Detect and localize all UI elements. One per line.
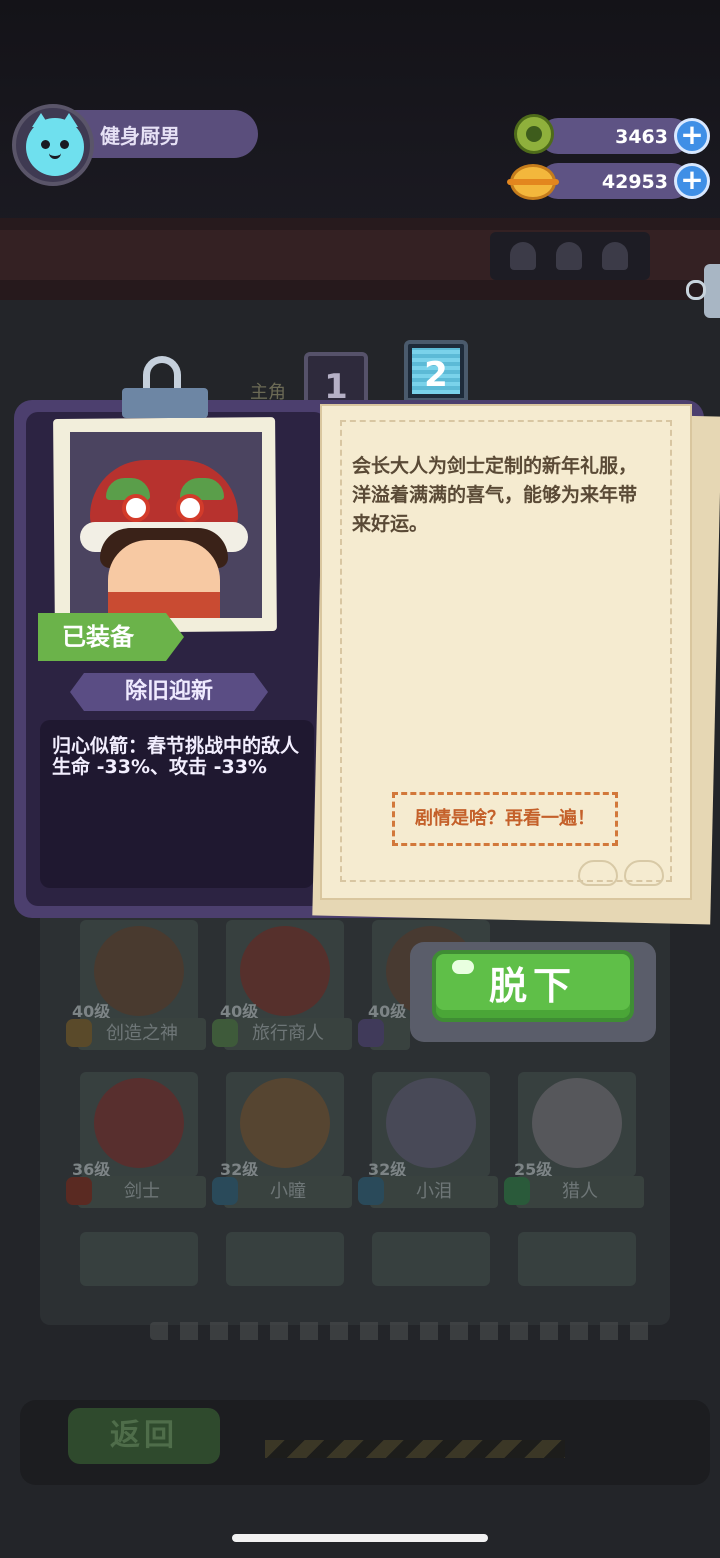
tab-2[interactable]: 2 bbox=[404, 340, 468, 402]
ghost-display bbox=[490, 232, 650, 280]
character-card[interactable] bbox=[518, 1232, 636, 1286]
home-indicator[interactable] bbox=[232, 1534, 488, 1542]
character-name: 小泪 bbox=[358, 1176, 498, 1208]
share-icon[interactable] bbox=[686, 280, 706, 300]
add-coins-button[interactable]: + bbox=[674, 163, 710, 199]
character-name: 剑士 bbox=[66, 1176, 206, 1208]
cat-avatar-icon[interactable] bbox=[26, 113, 84, 176]
lion-eye bbox=[176, 494, 204, 522]
costume-name: 除旧迎新 bbox=[70, 673, 268, 711]
player-name: 健身厨男 bbox=[100, 124, 180, 148]
skill-text: 归心似箭：春节挑战中的敌人生命 -33%、攻击 -33% bbox=[52, 735, 300, 778]
blurred-text bbox=[150, 1322, 660, 1340]
character-name: 小瞳 bbox=[212, 1176, 352, 1208]
binder-clip-base bbox=[122, 388, 208, 418]
coin-count: 42953 bbox=[601, 171, 668, 193]
character-name: 旅行商人 bbox=[212, 1018, 352, 1050]
gem-count: 3463 bbox=[615, 126, 668, 148]
cat-doodle-icon bbox=[578, 852, 668, 888]
lion-eye bbox=[122, 494, 150, 522]
costume-description: 会长大人为剑士定制的新年礼服，洋溢着满满的喜气，能够为来年带来好运。 bbox=[352, 455, 638, 535]
take-off-button[interactable]: 脱下 bbox=[432, 950, 634, 1022]
replay-story-button[interactable]: 剧情是啥？再看一遍！ bbox=[392, 792, 618, 846]
character-card[interactable] bbox=[372, 1232, 490, 1286]
character-name: 创造之神 bbox=[66, 1018, 206, 1050]
character-name bbox=[358, 1018, 410, 1050]
add-gems-button[interactable]: + bbox=[674, 118, 710, 154]
back-button[interactable]: 返回 bbox=[68, 1408, 220, 1464]
equipped-tag: 已装备 bbox=[38, 613, 184, 661]
hazard-stripe bbox=[265, 1440, 565, 1458]
character-name: 猎人 bbox=[504, 1176, 644, 1208]
character-card[interactable] bbox=[80, 1232, 198, 1286]
character-card[interactable] bbox=[226, 1232, 344, 1286]
side-tab[interactable] bbox=[704, 264, 720, 318]
